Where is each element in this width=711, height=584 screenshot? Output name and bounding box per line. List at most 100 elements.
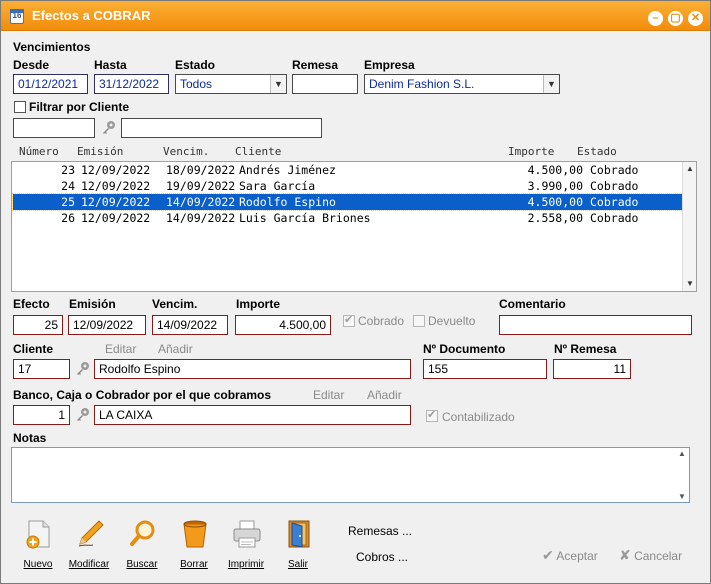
empresa-label: Empresa <box>364 58 415 72</box>
hasta-field[interactable]: 31/12/2022 <box>94 74 169 94</box>
aceptar-button[interactable]: ✔ Aceptar <box>542 547 598 564</box>
cell-estado: Cobrado <box>590 163 639 177</box>
cobrado-label: Cobrado <box>358 314 405 328</box>
table-row-selected[interactable]: 25 12/09/2022 14/09/2022 Rodolfo Espino … <box>12 193 684 211</box>
editar-banco-link[interactable]: Editar <box>313 388 344 402</box>
table-row[interactable]: 26 12/09/2022 14/09/2022 Luis García Bri… <box>13 210 683 226</box>
imprimir-button[interactable]: Imprimir <box>222 519 270 575</box>
cell-vencim: 14/09/2022 <box>166 195 236 209</box>
table-row[interactable]: 24 12/09/2022 19/09/2022 Sara García 3.9… <box>13 178 683 194</box>
cell-numero: 23 <box>61 163 75 177</box>
cell-cliente: Rodolfo Espino <box>239 195 336 209</box>
desde-label: Desde <box>13 58 50 72</box>
empresa-select[interactable]: Denim Fashion S.L. ▼ <box>364 74 560 94</box>
anadir-banco-link[interactable]: Añadir <box>367 388 402 402</box>
cell-estado: Cobrado <box>590 211 639 225</box>
chevron-down-icon[interactable]: ▼ <box>270 75 286 93</box>
minimize-button[interactable]: – <box>648 11 663 26</box>
column-header-emision[interactable]: Emisión <box>77 145 123 158</box>
list-scrollbar[interactable]: ▲ ▼ <box>682 162 696 291</box>
column-header-importe[interactable]: Importe <box>508 145 554 158</box>
cell-cliente: Andrés Jiménez <box>239 163 336 177</box>
borrar-button[interactable]: Borrar <box>170 519 218 575</box>
devuelto-label: Devuelto <box>428 314 476 328</box>
cell-numero: 25 <box>61 195 75 209</box>
cell-vencim: 18/09/2022 <box>166 163 236 177</box>
column-header-estado[interactable]: Estado <box>577 145 617 158</box>
modificar-button[interactable]: Modificar <box>65 519 113 575</box>
cell-emision: 12/09/2022 <box>81 163 151 177</box>
cell-importe: 3.990,00 <box>527 179 583 193</box>
comentario-label: Comentario <box>499 297 566 311</box>
emision-field[interactable]: 12/09/2022 <box>68 315 146 335</box>
anadir-cliente-link[interactable]: Añadir <box>158 342 193 356</box>
filtro-cliente-code-field[interactable] <box>13 118 95 138</box>
cell-vencim: 14/09/2022 <box>166 211 236 225</box>
banco-code-field[interactable]: 1 <box>13 405 70 425</box>
cobros-button[interactable]: Cobros ... <box>356 550 408 564</box>
estado-select[interactable]: Todos ▼ <box>175 74 287 94</box>
devuelto-checkbox[interactable] <box>413 315 425 327</box>
cell-emision: 12/09/2022 <box>81 195 151 209</box>
column-header-vencim[interactable]: Vencim. <box>163 145 209 158</box>
vencim-label: Vencim. <box>152 297 198 311</box>
modificar-label: Modificar <box>68 559 110 570</box>
salir-button[interactable]: Salir <box>274 519 322 575</box>
contabilizado-label: Contabilizado <box>442 410 515 424</box>
cancelar-button[interactable]: ✘ Cancelar <box>619 547 682 564</box>
borrar-label: Borrar <box>180 559 208 570</box>
remesas-button[interactable]: Remesas ... <box>348 524 412 538</box>
cell-emision: 12/09/2022 <box>81 179 151 193</box>
scroll-down-icon[interactable]: ▼ <box>683 277 697 291</box>
filtro-cliente-name-field[interactable] <box>121 118 322 138</box>
comentario-field[interactable] <box>499 315 692 335</box>
buscar-label: Buscar <box>126 559 158 570</box>
cliente-code-field[interactable]: 17 <box>13 359 70 379</box>
printer-icon <box>233 520 261 548</box>
cobrado-checkbox[interactable] <box>343 313 355 327</box>
title-bar[interactable]: 16 Efectos a COBRAR – ▢ ✕ <box>1 1 710 31</box>
column-header-cliente[interactable]: Cliente <box>235 145 281 158</box>
cell-importe: 2.558,00 <box>527 211 583 225</box>
ndocumento-field[interactable]: 155 <box>423 359 547 379</box>
desde-field[interactable]: 01/12/2021 <box>13 74 88 94</box>
chevron-down-icon[interactable]: ▼ <box>543 75 559 93</box>
close-button[interactable]: ✕ <box>688 11 703 26</box>
cell-importe: 4.500,00 <box>527 163 583 177</box>
calendar-icon: 16 <box>10 9 24 24</box>
vencim-field[interactable]: 14/09/2022 <box>152 315 228 335</box>
scroll-up-icon[interactable]: ▲ <box>683 162 697 176</box>
banco-name-field[interactable]: LA CAIXA <box>94 405 411 425</box>
nremesa-field[interactable]: 11 <box>553 359 631 379</box>
column-header-numero[interactable]: Número <box>19 145 59 158</box>
cell-vencim: 19/09/2022 <box>166 179 236 193</box>
remesa-field[interactable] <box>292 74 358 94</box>
scroll-down-icon[interactable]: ▼ <box>676 492 688 501</box>
search-key-icon[interactable] <box>75 361 91 377</box>
notas-textarea[interactable]: ▲ ▼ <box>11 447 690 503</box>
efectos-list[interactable]: 23 12/09/2022 18/09/2022 Andrés Jiménez … <box>11 161 697 292</box>
contabilizado-checkbox[interactable] <box>426 408 438 422</box>
maximize-button[interactable]: ▢ <box>668 11 683 26</box>
banco-label: Banco, Caja o Cobrador por el que cobram… <box>13 388 272 402</box>
scroll-up-icon[interactable]: ▲ <box>676 449 688 458</box>
importe-field[interactable]: 4.500,00 <box>235 315 331 335</box>
search-key-icon[interactable] <box>75 407 91 423</box>
cliente-name-field[interactable]: Rodolfo Espino <box>94 359 411 379</box>
vencimientos-label: Vencimientos <box>13 40 91 54</box>
magnifier-icon <box>130 520 155 546</box>
efecto-field[interactable]: 25 <box>13 315 63 335</box>
table-row[interactable]: 23 12/09/2022 18/09/2022 Andrés Jiménez … <box>13 162 683 178</box>
buscar-button[interactable]: Buscar <box>118 519 166 575</box>
filtrar-cliente-checkbox[interactable] <box>14 101 26 113</box>
nremesa-label: Nº Remesa <box>554 342 617 356</box>
importe-label: Importe <box>236 297 281 311</box>
cell-cliente: Sara García <box>239 179 316 193</box>
editar-cliente-link[interactable]: Editar <box>105 342 136 356</box>
nuevo-button[interactable]: Nuevo <box>14 519 62 575</box>
filtrar-cliente-label: Filtrar por Cliente <box>29 100 130 114</box>
efecto-label: Efecto <box>13 297 50 311</box>
cell-emision: 12/09/2022 <box>81 211 151 225</box>
search-key-icon[interactable] <box>101 120 117 136</box>
notas-scrollbar[interactable]: ▲ ▼ <box>676 449 688 501</box>
